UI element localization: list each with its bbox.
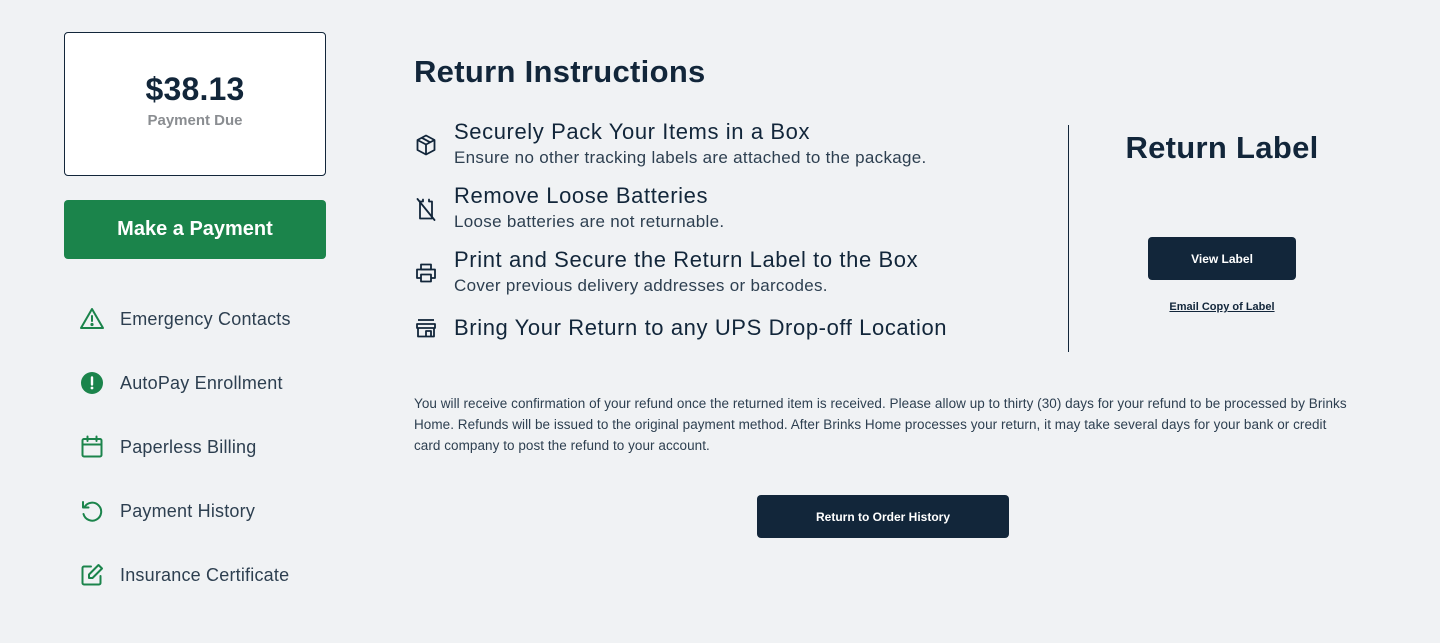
step-heading: Securely Pack Your Items in a Box bbox=[454, 119, 811, 144]
sidebar-item-label: AutoPay Enrollment bbox=[120, 372, 283, 393]
printer-icon bbox=[414, 261, 438, 285]
view-label-button[interactable]: View Label bbox=[1148, 237, 1296, 280]
sidebar-item-label: Paperless Billing bbox=[120, 436, 257, 457]
sidebar-nav: Emergency Contacts AutoPay Enrollment Pa… bbox=[78, 303, 338, 623]
sidebar-item-paperless-billing[interactable]: Paperless Billing bbox=[78, 431, 338, 463]
payment-due-card: $38.13 Payment Due bbox=[64, 32, 326, 176]
sidebar-item-emergency-contacts[interactable]: Emergency Contacts bbox=[78, 303, 338, 335]
return-step: Securely Pack Your Items in a Box Ensure… bbox=[414, 118, 927, 170]
payment-due-amount: $38.13 bbox=[145, 71, 245, 107]
edit-icon bbox=[78, 561, 106, 589]
payment-due-label: Payment Due bbox=[147, 112, 243, 129]
sidebar-item-payment-history[interactable]: Payment History bbox=[78, 495, 338, 527]
sidebar-item-label: Insurance Certificate bbox=[120, 564, 290, 585]
step-heading: Remove Loose Batteries bbox=[454, 183, 709, 208]
store-icon bbox=[414, 316, 438, 340]
history-icon bbox=[78, 497, 106, 525]
step-heading: Bring Your Return to any UPS Drop-off Lo… bbox=[454, 315, 948, 340]
package-icon bbox=[414, 133, 438, 157]
return-label-title: Return Label bbox=[1125, 130, 1319, 165]
email-label-link[interactable]: Email Copy of Label bbox=[1169, 301, 1274, 313]
sidebar-item-insurance-certificate[interactable]: Insurance Certificate bbox=[78, 559, 338, 591]
alert-circle-icon bbox=[78, 369, 106, 397]
return-step: Bring Your Return to any UPS Drop-off Lo… bbox=[414, 314, 947, 342]
page-title: Return Instructions bbox=[414, 54, 706, 89]
refund-note: You will receive confirmation of your re… bbox=[414, 396, 1347, 453]
make-payment-button[interactable]: Make a Payment bbox=[64, 200, 326, 259]
sidebar-item-label: Payment History bbox=[120, 500, 256, 521]
return-label-panel: Return Label View Label Email Copy of La… bbox=[1069, 130, 1375, 313]
return-to-order-history-button[interactable]: Return to Order History bbox=[757, 495, 1009, 538]
sidebar-item-label: Emergency Contacts bbox=[120, 308, 291, 329]
warning-triangle-icon bbox=[78, 305, 106, 333]
return-step: Print and Secure the Return Label to the… bbox=[414, 246, 918, 298]
step-detail: Cover previous delivery addresses or bar… bbox=[454, 276, 828, 295]
step-heading: Print and Secure the Return Label to the… bbox=[454, 247, 919, 272]
step-detail: Ensure no other tracking labels are atta… bbox=[454, 148, 927, 167]
step-detail: Loose batteries are not returnable. bbox=[454, 212, 725, 231]
calendar-icon bbox=[78, 433, 106, 461]
sidebar-item-autopay-enrollment[interactable]: AutoPay Enrollment bbox=[78, 367, 338, 399]
no-battery-icon bbox=[414, 197, 438, 221]
return-step: Remove Loose Batteries Loose batteries a… bbox=[414, 182, 724, 234]
